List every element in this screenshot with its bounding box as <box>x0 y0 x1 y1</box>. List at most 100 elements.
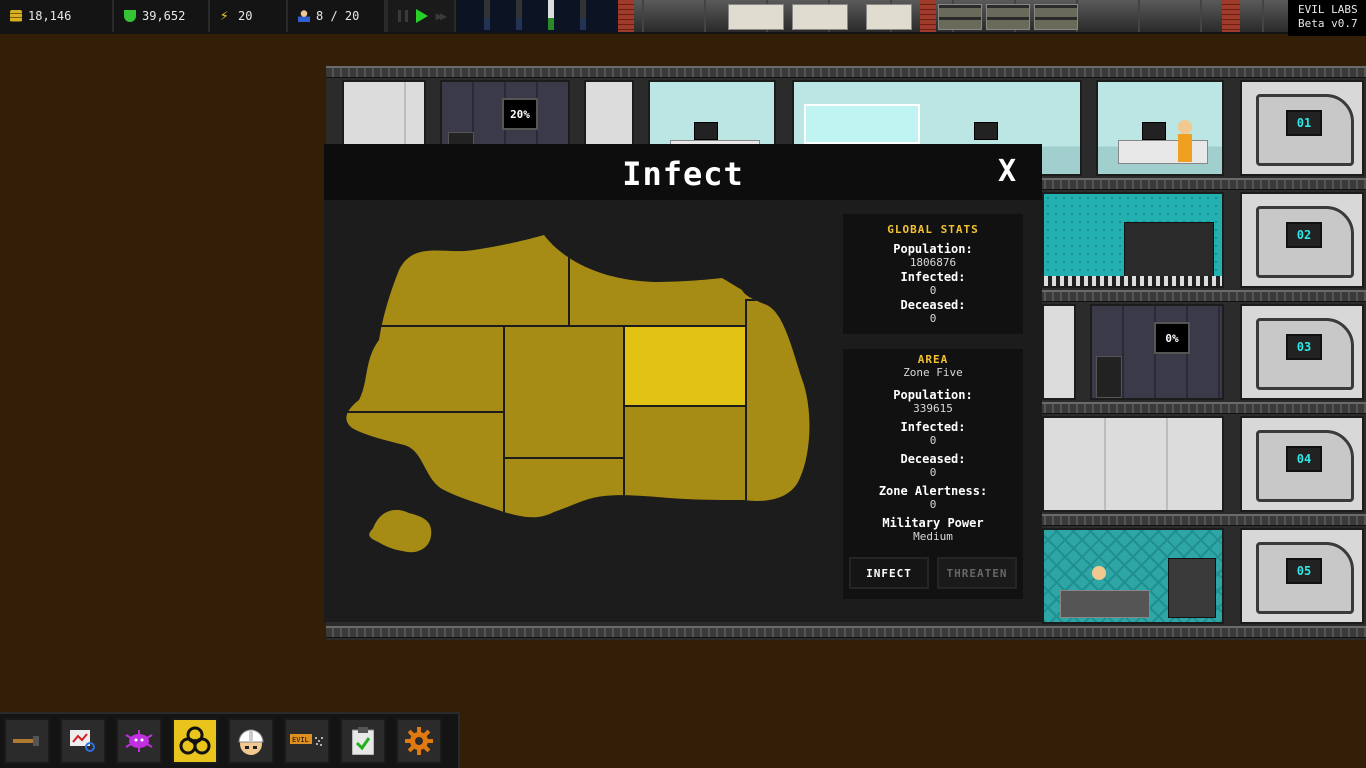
staff-value: 8 / 20 <box>316 9 360 23</box>
area-title: AREA <box>917 353 949 366</box>
military-power-label: Military Power <box>882 516 984 530</box>
vault-number: 04 <box>1286 446 1322 472</box>
zone-alertness-label: Zone Alertness: <box>878 484 988 498</box>
computer-monitor <box>1142 122 1166 140</box>
shelf <box>938 4 982 30</box>
military-power: Medium <box>913 530 953 543</box>
threaten-button[interactable]: THREATEN <box>937 557 1017 589</box>
infect-button[interactable]: INFECT <box>849 557 929 589</box>
action-buttons: INFECT THREATEN <box>849 557 1017 589</box>
area-population: 339615 <box>913 402 953 415</box>
cabinet <box>792 4 848 30</box>
infect-tool-button[interactable] <box>172 718 218 764</box>
area-zone-name: Zone Five <box>903 366 963 379</box>
play-icon[interactable] <box>415 9 428 23</box>
empty-room[interactable] <box>1042 416 1224 512</box>
area-infected-label: Infected: <box>900 420 966 434</box>
pause-icon[interactable] <box>397 10 408 22</box>
power-counter: ⚡ 20 <box>210 0 288 32</box>
area-deceased: 0 <box>929 466 937 479</box>
infected-label: Infected: <box>900 270 966 284</box>
game-name: EVIL LABS <box>1298 3 1358 16</box>
cafeteria-room[interactable] <box>1042 192 1224 288</box>
area-deceased-label: Deceased: <box>900 452 966 466</box>
global-infected: 0 <box>929 284 937 297</box>
money-value: 18,146 <box>28 9 72 23</box>
vault-number: 01 <box>1286 110 1322 136</box>
brick-wall <box>1222 0 1240 32</box>
virus-tool-button[interactable] <box>116 718 162 764</box>
worker-body <box>1178 134 1192 162</box>
vault-number: 03 <box>1286 334 1322 360</box>
hardhat-worker-icon <box>238 729 264 755</box>
room-progress: 20% <box>502 98 538 130</box>
close-button[interactable]: X <box>992 156 1022 188</box>
shelf <box>986 4 1030 30</box>
zone-east[interactable] <box>745 299 824 600</box>
person-icon <box>298 10 310 22</box>
staff-figure <box>580 0 586 30</box>
zone-south[interactable] <box>503 457 625 608</box>
filing-cabinets <box>1168 558 1216 618</box>
virus-icon <box>125 730 153 752</box>
vault-room[interactable]: 03 <box>1240 304 1364 400</box>
staff-tool-button[interactable] <box>228 718 274 764</box>
speed-controls: ▶▶ <box>386 0 456 32</box>
stats-tool-button[interactable] <box>60 718 106 764</box>
svg-text:EVIL: EVIL <box>292 736 309 744</box>
vault-room[interactable]: 04 <box>1240 416 1364 512</box>
dialog-header: Infect X <box>324 144 1042 200</box>
reception-desk <box>1060 590 1150 618</box>
checker-floor <box>1044 276 1222 286</box>
vault-number: 02 <box>1286 222 1322 248</box>
staff-figure <box>484 0 490 30</box>
upper-floor-strip <box>458 0 1288 32</box>
resource-bar: 18,146 39,652 ⚡ 20 8 / 20 ▶▶ EVIL LABS B… <box>0 0 1366 36</box>
zone-south-east[interactable] <box>623 405 747 606</box>
vault-room[interactable]: 02 <box>1240 192 1364 288</box>
vault-room[interactable]: 01 <box>1240 80 1364 176</box>
fast-forward-icon[interactable]: ▶▶ <box>436 9 448 23</box>
reception-room[interactable] <box>1042 528 1224 624</box>
office-room[interactable] <box>1096 80 1224 176</box>
power-value: 20 <box>238 9 253 23</box>
zone-north-west[interactable] <box>324 200 570 327</box>
build-tool-button[interactable] <box>4 718 50 764</box>
zone-alertness: 0 <box>929 498 937 511</box>
global-population: 1806876 <box>909 256 957 269</box>
zone-north-east[interactable] <box>568 200 819 327</box>
zone-island[interactable] <box>367 508 434 555</box>
zone-five[interactable] <box>623 325 747 407</box>
zone-central[interactable] <box>503 325 625 459</box>
area-infected: 0 <box>929 434 937 447</box>
zone-south-west[interactable] <box>324 411 505 612</box>
hammer-icon <box>13 736 39 746</box>
food-counter <box>1124 222 1214 278</box>
biohazard-icon <box>179 726 211 755</box>
lightning-icon: ⚡ <box>220 8 229 24</box>
population-label: Population: <box>893 242 973 256</box>
dialog-title: Infect <box>622 155 744 193</box>
research-counter: 39,652 <box>114 0 210 32</box>
desk <box>1118 140 1208 164</box>
receptionist-head <box>1092 566 1106 580</box>
tasks-tool-button[interactable] <box>340 718 386 764</box>
flask-icon <box>124 10 136 22</box>
coins-icon <box>10 10 22 22</box>
server-room[interactable]: 0% <box>1090 304 1224 400</box>
night-window <box>458 0 618 32</box>
area-population-label: Population: <box>893 388 973 402</box>
research-value: 39,652 <box>142 9 186 23</box>
storage-room[interactable] <box>1042 304 1076 400</box>
settings-tool-button[interactable] <box>396 718 442 764</box>
evil-tool-button[interactable]: EVIL <box>284 718 330 764</box>
computer-monitor <box>974 122 998 140</box>
floor-band <box>326 66 1366 78</box>
zone-west[interactable] <box>324 325 505 413</box>
version-label: EVIL LABS Beta v0.7 <box>1288 0 1366 36</box>
staff-counter: 8 / 20 <box>288 0 386 32</box>
vault-room[interactable]: 05 <box>1240 528 1364 624</box>
floor-band <box>326 626 1366 638</box>
area-panel: AREA Zone Five Population: 339615 Infect… <box>843 349 1023 599</box>
shelf <box>1034 4 1078 30</box>
